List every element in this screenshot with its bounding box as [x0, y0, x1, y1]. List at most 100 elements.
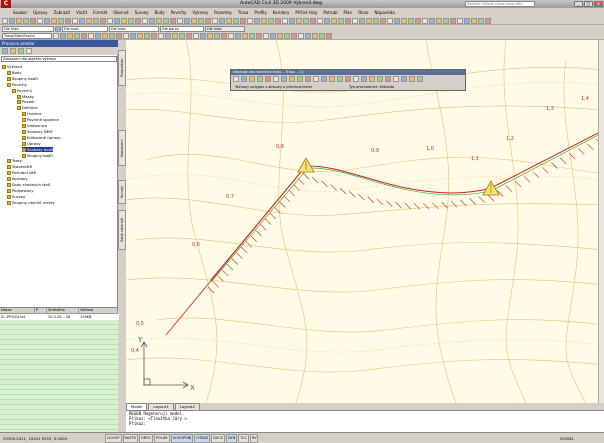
civil-tool-button-icon[interactable]: [67, 32, 73, 39]
toolbar-button-icon[interactable]: [156, 17, 162, 24]
civil-tool-button-icon[interactable]: [326, 32, 332, 39]
toolbar-button-icon[interactable]: [198, 17, 204, 24]
pi-marker-1[interactable]: [297, 157, 315, 173]
tree-item[interactable]: Editované úpravy: [22, 135, 60, 140]
civil-tool-button-icon[interactable]: [200, 32, 206, 39]
tree-item[interactable]: Povinné spojnice: [22, 117, 59, 123]
layout-tool-button-icon[interactable]: [257, 76, 263, 82]
civil-tool-button-icon[interactable]: [284, 32, 290, 39]
menu-item[interactable]: Zobrazit: [50, 8, 73, 17]
toolbar-button-icon[interactable]: [415, 17, 421, 24]
close-button[interactable]: ✕: [594, 1, 603, 7]
tree-item[interactable]: Body: [7, 70, 22, 75]
spiral-type-option[interactable]: Typ přechodnice: Klotoida: [349, 85, 394, 90]
tree-item[interactable]: Skupiny bodů: [7, 76, 38, 81]
plotstyle-combo[interactable]: Dle hlad.: [205, 25, 245, 32]
toolbar-button-icon[interactable]: [121, 17, 127, 24]
layout-tool-button-icon[interactable]: [297, 76, 303, 82]
toolbar-button-icon[interactable]: [114, 17, 120, 24]
toolbar-button-icon[interactable]: [485, 17, 491, 24]
toolbar-button-icon[interactable]: [86, 17, 92, 24]
toolbar-button-icon[interactable]: [359, 17, 365, 24]
toolbar-button-icon[interactable]: [226, 17, 232, 24]
tree-item[interactable]: Sady shodných řezů: [7, 182, 50, 187]
menu-item[interactable]: Povrchy: [168, 8, 190, 17]
toolbar-button-icon[interactable]: [457, 17, 463, 24]
tree-item[interactable]: Soubory bodů: [22, 146, 54, 152]
toolbar-button-icon[interactable]: [317, 17, 323, 24]
layout-tool-button-icon[interactable]: [289, 76, 295, 82]
status-toggle-button[interactable]: UCHOPOBJ: [170, 433, 194, 443]
menu-item[interactable]: Potrubí: [320, 8, 340, 17]
civil-tool-button-icon[interactable]: [137, 32, 143, 39]
menu-item[interactable]: Trasa: [235, 8, 252, 17]
menu-item[interactable]: Soubor: [10, 8, 30, 17]
toolbar-button-icon[interactable]: [58, 17, 64, 24]
command-prompt[interactable]: Příkaz:: [129, 421, 604, 426]
tree-item[interactable]: Skupiny návrhů vrstev: [7, 200, 55, 205]
tab-settings[interactable]: Nastavení: [118, 130, 126, 166]
menu-item[interactable]: Výkresy: [189, 8, 211, 17]
help-search-input[interactable]: Zadejte klíčové slovo nebo větu: [465, 1, 535, 7]
tree-item[interactable]: Koridory: [7, 176, 28, 182]
toolbar-button-icon[interactable]: [9, 17, 15, 24]
civil-tool-button-icon[interactable]: [123, 32, 129, 39]
toolbar-button-icon[interactable]: [135, 17, 141, 24]
civil-tool-button-icon[interactable]: [186, 32, 192, 39]
view-icon[interactable]: [2, 48, 8, 54]
tab-toolbox[interactable]: Sada nástrojů: [118, 210, 126, 250]
layout-tool-button-icon[interactable]: [337, 76, 343, 82]
toolbar-button-icon[interactable]: [324, 17, 330, 24]
menu-item[interactable]: Okno: [355, 8, 371, 17]
civil-tool-button-icon[interactable]: [172, 32, 178, 39]
civil-tool-button-icon[interactable]: [242, 32, 248, 39]
layout-tool-button-icon[interactable]: [377, 76, 383, 82]
toolbar-button-icon[interactable]: [233, 17, 239, 24]
toolbar-button-icon[interactable]: [37, 17, 43, 24]
toolbar-button-icon[interactable]: [261, 17, 267, 24]
menu-item[interactable]: Úpravy: [30, 8, 50, 17]
toolbar-button-icon[interactable]: [303, 17, 309, 24]
layout-tool-button-icon[interactable]: [345, 76, 351, 82]
layout-tool-button-icon[interactable]: [353, 76, 359, 82]
toolbar-button-icon[interactable]: [72, 17, 78, 24]
toolbar-button-icon[interactable]: [268, 17, 274, 24]
civil-tool-button-icon[interactable]: [53, 32, 59, 39]
toolbar-button-icon[interactable]: [345, 17, 351, 24]
toolbar-button-icon[interactable]: [296, 17, 302, 24]
toolbar-button-icon[interactable]: [240, 17, 246, 24]
toolbar-button-icon[interactable]: [128, 17, 134, 24]
linetype-combo[interactable]: Dle hlad.: [109, 25, 159, 32]
model-space-label[interactable]: MODEL: [560, 436, 574, 441]
civil-tool-button-icon[interactable]: [256, 32, 262, 39]
tree-item[interactable]: Survey: [7, 194, 25, 199]
tree-item[interactable]: Skupiny bodů: [22, 153, 53, 158]
refresh-icon[interactable]: [18, 48, 24, 54]
status-toggle-button[interactable]: POLÁR: [153, 433, 170, 443]
toolbar-button-icon[interactable]: [65, 17, 71, 24]
layout-tool-button-icon[interactable]: [241, 76, 247, 82]
layout-tool-button-icon[interactable]: [409, 76, 415, 82]
civil-tool-button-icon[interactable]: [298, 32, 304, 39]
civil-tool-button-icon[interactable]: [95, 32, 101, 39]
tab-prospector[interactable]: Prospektor: [118, 50, 126, 86]
civil-tool-button-icon[interactable]: [277, 32, 283, 39]
civil-tool-button-icon[interactable]: [291, 32, 297, 39]
civil-tool-button-icon[interactable]: [221, 32, 227, 39]
toolbar-button-icon[interactable]: [107, 17, 113, 24]
command-line[interactable]: REGEN Regeneruji model. Příkaz: <Tloušťk…: [126, 410, 604, 432]
layout-tool-button-icon[interactable]: [369, 76, 375, 82]
toolbar-button-icon[interactable]: [478, 17, 484, 24]
status-toggle-button[interactable]: DYN: [226, 433, 238, 443]
civil-tool-button-icon[interactable]: [263, 32, 269, 39]
tree-item[interactable]: Úpravy: [22, 141, 41, 146]
toolbar-button-icon[interactable]: [254, 17, 260, 24]
civil-tool-button-icon[interactable]: [158, 32, 164, 39]
toolbar-button-icon[interactable]: [23, 17, 29, 24]
layout-tool-button-icon[interactable]: [329, 76, 335, 82]
toolbar-button-icon[interactable]: [79, 17, 85, 24]
civil-tool-button-icon[interactable]: [249, 32, 255, 39]
civil-tool-button-icon[interactable]: [151, 32, 157, 39]
floatbar-title[interactable]: Nástroje pro rozvržení trasy – Trasa – (…: [231, 70, 465, 75]
layout-tool-button-icon[interactable]: [281, 76, 287, 82]
